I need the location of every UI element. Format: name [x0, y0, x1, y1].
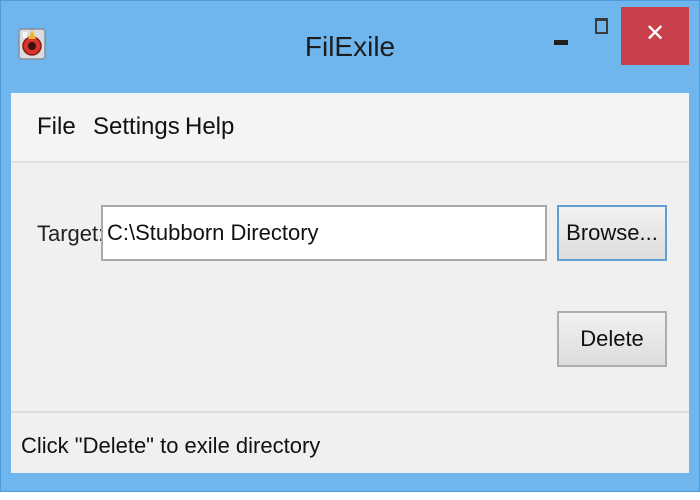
maximize-icon — [594, 18, 608, 34]
browse-button[interactable]: Browse... — [557, 205, 667, 261]
status-bar: Click "Delete" to exile directory — [11, 413, 689, 473]
target-input[interactable] — [101, 205, 547, 261]
menu-file[interactable]: File — [37, 113, 76, 141]
status-text: Click "Delete" to exile directory — [21, 433, 321, 458]
menu-help[interactable]: Help — [185, 113, 234, 141]
minimize-button[interactable] — [539, 7, 583, 63]
delete-button[interactable]: Delete — [557, 311, 667, 367]
close-button[interactable]: ✕ — [621, 7, 689, 65]
filexile-app-icon[interactable] — [17, 27, 47, 61]
close-icon: ✕ — [644, 19, 666, 47]
target-label: Target: — [37, 221, 105, 246]
client-area: File Settings Help Target: Browse... Del… — [11, 93, 689, 473]
menu-settings[interactable]: Settings — [93, 113, 180, 141]
app-window: FilExile ✕ File Settings Help Target: Br… — [0, 0, 700, 492]
minimize-icon — [554, 39, 568, 45]
maximize-button[interactable] — [581, 7, 621, 63]
menu-bar: File Settings Help — [11, 93, 689, 163]
title-bar[interactable]: FilExile ✕ — [1, 1, 699, 93]
